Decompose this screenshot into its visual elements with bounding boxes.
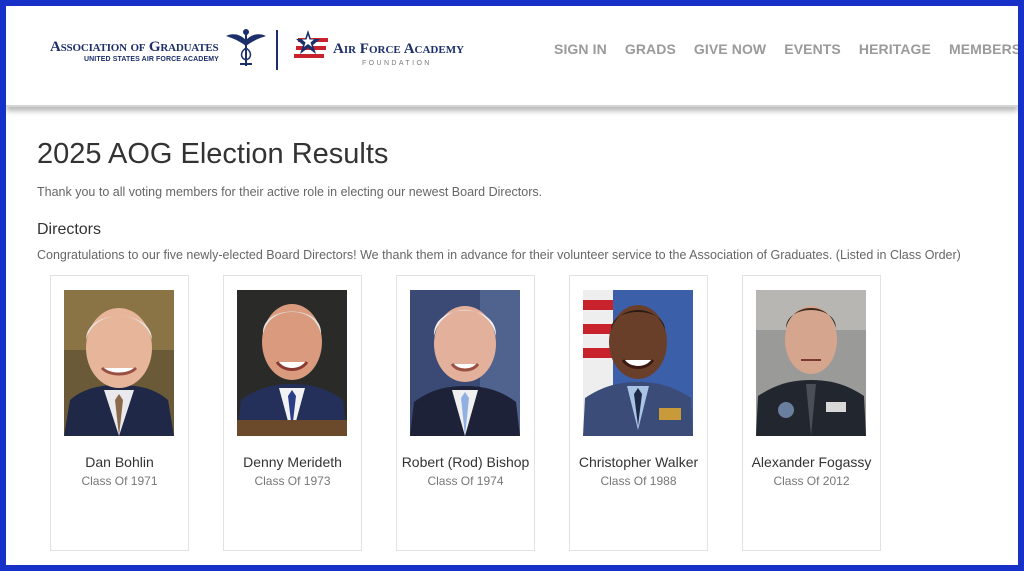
nav-heritage[interactable]: HERITAGE [859, 41, 931, 57]
director-name-text: Robert (Rod) Bishop [401, 454, 530, 470]
afa-foundation-logo[interactable]: Air Force Academy FOUNDATION [294, 28, 484, 72]
site-header: Association of Graduates UNITED STATES A… [6, 6, 1018, 107]
director-name-text: Denny Merideth [243, 454, 342, 470]
nav-sign-in[interactable]: SIGN IN [554, 41, 607, 57]
intro-text: Thank you to all voting members for thei… [37, 185, 543, 199]
director-name: Robert (Rod) Bishop Class Of 1974 [401, 452, 530, 490]
section-title: Directors [37, 221, 102, 238]
director-photo[interactable] [756, 290, 866, 436]
director-card[interactable]: Alexander Fogassy Class Of 2012 [742, 275, 881, 551]
director-name: Denny Merideth Class Of 1973 [228, 452, 357, 490]
congrats-text: Congratulations to our five newly-electe… [37, 248, 961, 262]
director-photo[interactable] [410, 290, 520, 436]
director-class: Class Of 1974 [427, 474, 504, 488]
director-card[interactable]: Dan Bohlin Class Of 1971 [50, 275, 189, 551]
director-class: Class Of 1988 [600, 474, 677, 488]
nav-membership[interactable]: MEMBERSHIP [949, 41, 1018, 57]
main-nav: SIGN IN GRADS GIVE NOW EVENTS HERITAGE M… [554, 41, 1018, 57]
director-class: Class Of 1973 [254, 474, 331, 488]
nav-events[interactable]: EVENTS [784, 41, 841, 57]
afa-logo-title: Air Force Academy [333, 41, 464, 58]
director-name: Alexander Fogassy Class Of 2012 [747, 452, 876, 490]
header-divider [6, 105, 1018, 107]
director-card[interactable]: Robert (Rod) Bishop Class Of 1974 [396, 275, 535, 551]
logo-divider [276, 30, 278, 70]
page-frame: Association of Graduates UNITED STATES A… [6, 6, 1018, 565]
director-class: Class Of 1971 [81, 474, 158, 488]
director-photo[interactable] [237, 290, 347, 436]
wings-icon [226, 29, 266, 66]
director-card[interactable]: Denny Merideth Class Of 1973 [223, 275, 362, 551]
afa-logo-subtitle: FOUNDATION [362, 60, 432, 67]
director-name-text: Dan Bohlin [85, 454, 154, 470]
director-photo[interactable] [64, 290, 174, 436]
director-name: Dan Bohlin Class Of 1971 [55, 452, 184, 490]
aog-logo[interactable]: Association of Graduates UNITED STATES A… [50, 26, 270, 72]
aog-logo-title: Association of Graduates [50, 39, 219, 55]
aog-logo-subtitle: UNITED STATES AIR FORCE ACADEMY [84, 56, 219, 63]
afa-logo-title-part2: Academy [403, 41, 465, 57]
nav-give-now[interactable]: GIVE NOW [694, 41, 766, 57]
flag-star-icon [294, 30, 328, 58]
director-photo[interactable] [583, 290, 693, 436]
director-name-text: Christopher Walker [578, 454, 699, 470]
director-name-text: Alexander Fogassy [751, 454, 872, 470]
page-title: 2025 AOG Election Results [37, 138, 389, 170]
afa-logo-title-part1: Air Force [333, 41, 401, 57]
director-class: Class Of 2012 [773, 474, 850, 488]
director-card[interactable]: Christopher Walker Class Of 1988 [569, 275, 708, 551]
director-name: Christopher Walker Class Of 1988 [574, 452, 703, 490]
nav-grads[interactable]: GRADS [625, 41, 676, 57]
